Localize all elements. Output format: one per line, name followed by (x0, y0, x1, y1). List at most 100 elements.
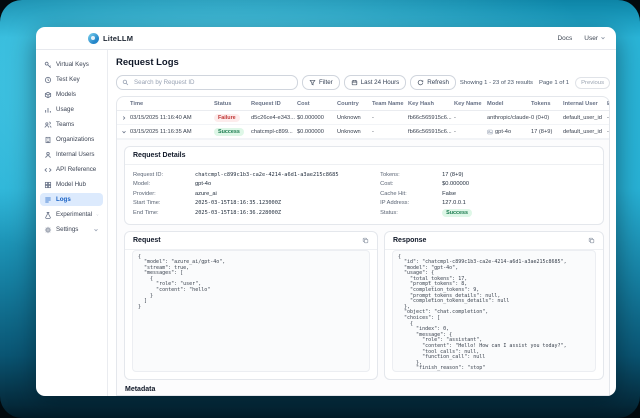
list-icon (44, 196, 52, 204)
calendar-icon (351, 79, 358, 86)
flask-icon (44, 211, 52, 219)
cell-request-id: d5c26ce4-e343... (251, 115, 297, 121)
test-key-icon (44, 76, 52, 84)
sidebar-item-label: Organizations (56, 136, 94, 143)
col-header-key-name: Key Name (454, 101, 487, 107)
sidebar-item-usage[interactable]: Usage (40, 103, 103, 116)
user-menu[interactable]: User (584, 35, 606, 42)
sidebar-item-logs[interactable]: Logs (40, 193, 103, 206)
sidebar-item-label: Internal Users (56, 151, 95, 158)
cell-time: 03/15/2025 11:16:40 AM (130, 115, 214, 121)
sidebar-item-teams[interactable]: Teams (40, 118, 103, 131)
gear-icon (44, 226, 52, 234)
bar-chart-icon (44, 106, 52, 114)
tokens-value: 17 (8+9) (442, 172, 463, 178)
previous-page-button[interactable]: Previous (575, 77, 610, 89)
cell-end-user: - (607, 129, 610, 135)
col-header-request-id: Request ID (251, 101, 297, 107)
sidebar-item-label: API Reference (56, 166, 96, 173)
field-label: Cost: (380, 181, 442, 187)
filter-button[interactable]: Filter (302, 75, 340, 90)
expanded-row-detail: Request Details Request ID:chatcmpl-c899… (117, 139, 609, 395)
search-box (116, 75, 298, 90)
sidebar-item-test-key[interactable]: Test Key (40, 73, 103, 86)
sidebar-item-label: Teams (56, 121, 74, 128)
col-header-status: Status (214, 101, 251, 107)
sidebar-item-label: Virtual Keys (56, 61, 89, 68)
pagination: Showing 1 - 23 of 23 results Page 1 of 1… (460, 77, 610, 89)
field-label: Tokens: (380, 172, 442, 178)
copy-icon[interactable] (588, 237, 595, 244)
request-code-block: { "model": "azure_ai/gpt-4o", "stream": … (132, 250, 370, 372)
sidebar-item-api-reference[interactable]: API Reference (40, 163, 103, 176)
field-label: IP Address: (380, 200, 442, 206)
main-content: Request Logs Filter Last 24 Hours (108, 50, 616, 396)
user-icon (44, 151, 52, 159)
expand-row-icon[interactable] (117, 115, 130, 121)
success-badge: Success (214, 128, 244, 136)
field-label: Request ID: (133, 172, 195, 178)
col-header-time: Time (130, 101, 214, 107)
search-icon (122, 79, 129, 86)
sidebar-item-label: Settings (56, 226, 78, 233)
brand-name: LiteLLM (103, 34, 133, 43)
cell-tokens: 0 (0+0) (531, 115, 563, 121)
grid-icon (44, 181, 52, 189)
copy-icon[interactable] (362, 237, 369, 244)
sidebar-item-settings[interactable]: Settings (40, 223, 103, 236)
sidebar-item-model-hub[interactable]: Model Hub (40, 178, 103, 191)
chevron-down-icon (600, 35, 606, 41)
chevron-down-icon (96, 212, 99, 218)
status-badge: Success (442, 209, 472, 217)
table-header-row: Time Status Request ID Cost Country Team… (117, 97, 609, 111)
failure-badge: Failure (214, 114, 240, 122)
table-row[interactable]: 03/15/2025 11:16:35 AM Success chatcmpl-… (117, 125, 609, 139)
sidebar-item-label: Model Hub (56, 181, 86, 188)
search-input[interactable] (132, 78, 292, 87)
sidebar-item-experimental[interactable]: Experimental (40, 208, 103, 221)
response-code-block: { "id": "chatcmpl-c899c1b3-ca2e-4214-a6d… (392, 250, 596, 372)
sidebar-item-label: Test Key (56, 76, 80, 83)
page-title: Request Logs (116, 57, 610, 68)
cell-tokens: 17 (8+9) (531, 129, 563, 135)
cell-time: 03/15/2025 11:16:35 AM (130, 129, 214, 135)
sidebar-item-label: Logs (56, 196, 71, 203)
col-header-model: Model (487, 101, 531, 107)
building-icon (44, 136, 52, 144)
user-menu-label: User (584, 35, 598, 42)
field-label: End Time: (133, 210, 195, 216)
cell-country: Unknown (337, 115, 372, 121)
table-row[interactable]: 03/15/2025 11:16:40 AM Failure d5c26ce4-… (117, 111, 609, 125)
refresh-icon (417, 79, 424, 86)
field-label: Provider: (133, 191, 195, 197)
code-icon (44, 166, 52, 174)
collapse-row-icon[interactable] (117, 129, 130, 135)
request-panel: Request { "model": "azure_ai/gpt-4o", "s… (124, 231, 378, 380)
sidebar-item-organizations[interactable]: Organizations (40, 133, 103, 146)
sidebar-item-label: Experimental (56, 211, 92, 218)
sidebar-item-internal-users[interactable]: Internal Users (40, 148, 103, 161)
cell-country: Unknown (337, 129, 372, 135)
metadata-section: Metadata (124, 386, 604, 396)
cell-key-name: - (454, 115, 487, 121)
provider-logo-icon (487, 129, 493, 135)
sidebar-item-virtual-keys[interactable]: Virtual Keys (40, 58, 103, 71)
cell-status: Failure (214, 114, 251, 122)
docs-link[interactable]: Docs (557, 35, 572, 42)
cell-internal-user: default_user_id (563, 115, 607, 121)
time-range-button[interactable]: Last 24 Hours (344, 75, 407, 90)
cell-cost: $0.000000 (297, 129, 337, 135)
model-value: gpt-4o (195, 181, 211, 187)
cell-cost: $0.000000 (297, 115, 337, 121)
key-icon (44, 61, 52, 69)
refresh-button[interactable]: Refresh (410, 75, 456, 90)
app-window: LiteLLM Docs User Virtual Keys Test Key (36, 27, 616, 396)
col-header-internal-user: Internal User (563, 101, 607, 107)
chevron-down-icon (93, 227, 99, 233)
sidebar-item-models[interactable]: Models (40, 88, 103, 101)
toolbar: Filter Last 24 Hours Refresh Showing 1 -… (116, 75, 610, 90)
people-icon (44, 121, 52, 129)
page-indicator: Page 1 of 1 (539, 80, 569, 86)
response-panel-title: Response (393, 237, 426, 244)
cell-key-hash: fb66c565915c6... (408, 129, 454, 135)
